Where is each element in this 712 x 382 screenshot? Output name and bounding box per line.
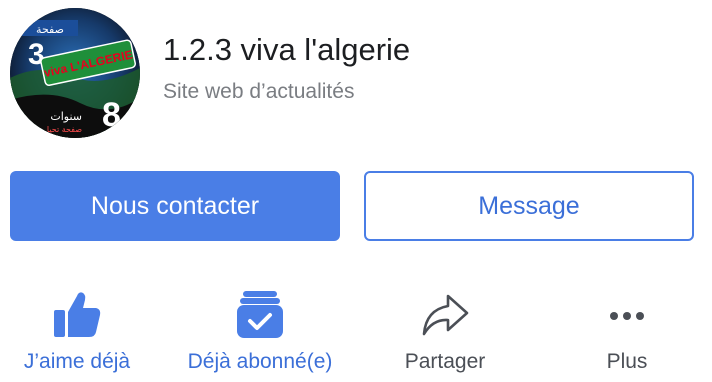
followed-check-icon <box>237 291 283 338</box>
share-label: Partager <box>404 350 486 373</box>
page-header: صفحة 3 viva L'ALGERIE سنوات صفحة تحيا 8 … <box>10 8 700 138</box>
page-title[interactable]: 1.2.3 viva l'algerie <box>163 32 410 68</box>
followed-label: Déjà abonné(e) <box>187 350 333 373</box>
message-button[interactable]: Message <box>364 171 694 241</box>
page-action-bar: J’aime déjà Déjà abonné(e) Partager Plus <box>0 288 712 382</box>
thumbs-up-icon <box>54 292 101 337</box>
avatar-arabic-caption: سنوات <box>50 110 82 123</box>
avatar-arabic-sub: صفحة تحيا <box>47 125 82 134</box>
share-button[interactable]: Partager <box>380 288 510 382</box>
avatar-badge-number: 8 <box>102 96 121 134</box>
like-button[interactable]: J’aime déjà <box>10 288 144 382</box>
like-label: J’aime déjà <box>23 350 131 373</box>
page-avatar[interactable]: صفحة 3 viva L'ALGERIE سنوات صفحة تحيا 8 <box>10 8 140 138</box>
more-dots-icon <box>610 312 644 320</box>
more-label: Plus <box>606 350 648 373</box>
avatar-logo-image: صفحة 3 viva L'ALGERIE سنوات صفحة تحيا 8 <box>10 8 140 138</box>
share-arrow-icon <box>422 294 469 336</box>
page-category: Site web d’actualités <box>163 80 355 103</box>
followed-button[interactable]: Déjà abonné(e) <box>172 288 348 382</box>
contact-button[interactable]: Nous contacter <box>10 171 340 241</box>
more-button[interactable]: Plus <box>560 288 694 382</box>
avatar-top-text: صفحة <box>36 23 64 36</box>
